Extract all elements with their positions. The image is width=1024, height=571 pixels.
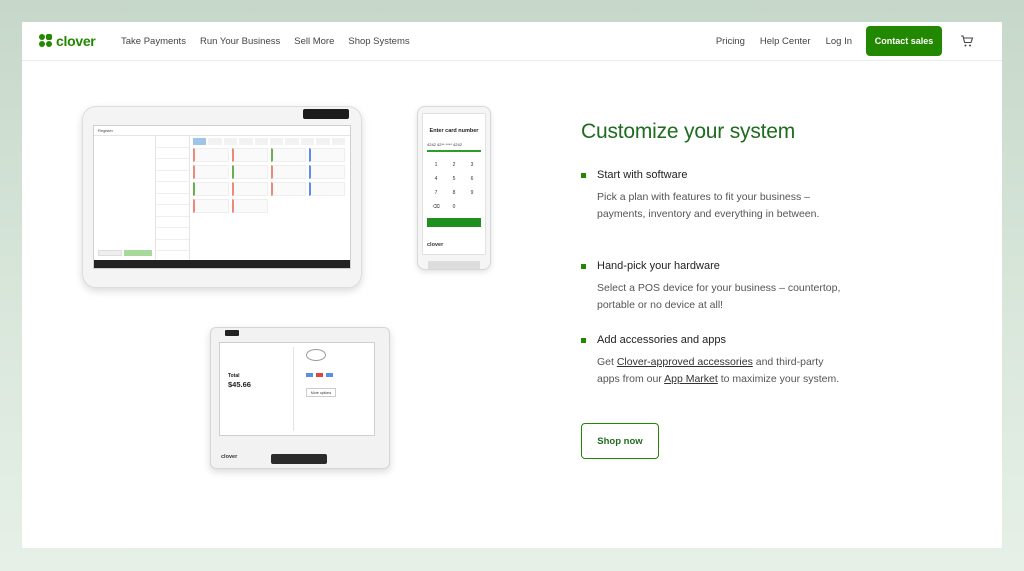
handheld-keypad: 1 2 3 4 5 6 7 8 9 ⌫ 0 xyxy=(423,162,485,210)
nav-help-center[interactable]: Help Center xyxy=(760,36,811,47)
tablet-order-panel xyxy=(94,136,156,260)
key-6: 6 xyxy=(470,176,474,182)
terminal-divider xyxy=(293,347,294,431)
terminal-screen: Total $45.66 More options xyxy=(219,342,375,436)
key-0: 0 xyxy=(452,204,456,210)
nav-sell-more[interactable]: Sell More xyxy=(294,36,334,47)
feature-description: Get Clover-approved accessories and thir… xyxy=(597,354,841,387)
handheld-base xyxy=(428,261,480,269)
logo-text: clover xyxy=(56,33,96,49)
handheld-card-number: 4242 42** **** 4242 xyxy=(427,140,481,152)
page: clover Take Payments Run Your Business S… xyxy=(22,22,1002,548)
terminal-total-value: $45.66 xyxy=(228,380,251,389)
nav-run-your-business[interactable]: Run Your Business xyxy=(200,36,280,47)
key-2: 2 xyxy=(452,162,456,168)
top-nav: clover Take Payments Run Your Business S… xyxy=(22,22,1002,61)
nav-shop-systems[interactable]: Shop Systems xyxy=(348,36,409,47)
section-heading: Customize your system xyxy=(581,120,796,143)
primary-nav: Take Payments Run Your Business Sell Mor… xyxy=(121,36,410,47)
feature-title: Start with software xyxy=(597,169,688,181)
tablet-system-bar xyxy=(94,260,350,268)
countertop-terminal-image: Total $45.66 More options clover xyxy=(210,327,390,469)
contactless-icon xyxy=(306,349,326,361)
secondary-nav: Pricing Help Center Log In xyxy=(716,36,852,47)
card-brands-icon xyxy=(306,373,333,377)
terminal-total-label: Total xyxy=(228,373,240,379)
feature-title: Hand-pick your hardware xyxy=(597,260,720,272)
tablet-screen: Register xyxy=(93,125,351,269)
accessories-link[interactable]: Clover-approved accessories xyxy=(617,356,753,368)
handheld-title: Enter card number xyxy=(429,128,479,134)
tablet-pay-button xyxy=(124,250,152,256)
handheld-brand: clover xyxy=(427,242,444,248)
terminal-brand: clover xyxy=(221,454,238,460)
handheld-pos-image: Enter card number 4242 42** **** 4242 1 … xyxy=(417,106,491,270)
tablet-register-title: Register xyxy=(98,128,113,133)
desc-text: Get xyxy=(597,356,617,368)
key-4: 4 xyxy=(434,176,438,182)
nav-pricing[interactable]: Pricing xyxy=(716,36,745,47)
key-7: 7 xyxy=(434,190,438,196)
bullet-icon xyxy=(581,264,586,269)
shop-now-button[interactable]: Shop now xyxy=(581,423,659,459)
key-5: 5 xyxy=(452,176,456,182)
terminal-more-options: More options xyxy=(306,388,336,397)
clover-leaf-icon xyxy=(39,33,54,49)
key-1: 1 xyxy=(434,162,438,168)
key-9: 9 xyxy=(470,190,474,196)
nav-log-in[interactable]: Log In xyxy=(826,36,852,47)
tablet-camera-bar xyxy=(303,109,349,119)
desc-text: to maximize your system. xyxy=(717,372,840,385)
terminal-top-clip xyxy=(225,330,239,336)
tablet-void-button xyxy=(98,250,122,256)
key-blank xyxy=(463,204,481,210)
tablet-categories xyxy=(156,136,190,260)
cart-icon[interactable] xyxy=(960,34,974,48)
feature-description: Pick a plan with features to fit your bu… xyxy=(597,191,820,220)
app-market-link[interactable]: App Market xyxy=(664,373,718,385)
feature-software: Start with software Pick a plan with fea… xyxy=(581,169,841,222)
key-8: 8 xyxy=(452,190,456,196)
feature-title: Add accessories and apps xyxy=(597,334,727,346)
pos-tablet-image: Register xyxy=(82,106,362,288)
contact-sales-button[interactable]: Contact sales xyxy=(866,26,942,56)
tablet-item-grid xyxy=(193,138,346,213)
feature-accessories: Add accessories and apps Get Clover-appr… xyxy=(581,334,841,387)
bullet-icon xyxy=(581,173,586,178)
feature-hardware: Hand-pick your hardware Select a POS dev… xyxy=(581,260,841,313)
handheld-go-button xyxy=(427,218,481,227)
handheld-screen: Enter card number 4242 42** **** 4242 1 … xyxy=(422,113,486,255)
nav-take-payments[interactable]: Take Payments xyxy=(121,36,186,47)
key-backspace: ⌫ xyxy=(432,204,440,210)
terminal-card-reader xyxy=(271,454,327,464)
clover-logo[interactable]: clover xyxy=(39,33,96,49)
tablet-header: Register xyxy=(94,126,350,136)
feature-description: Select a POS device for your business – … xyxy=(597,282,841,311)
bullet-icon xyxy=(581,338,586,343)
key-3: 3 xyxy=(470,162,474,168)
